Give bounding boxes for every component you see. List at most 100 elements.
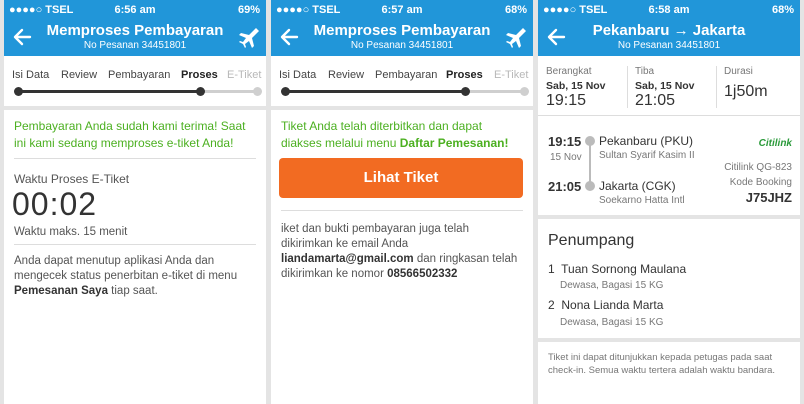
ticket-footnote: Tiket ini dapat ditunjukkan kepada petug… [548, 352, 776, 376]
origin-city: Pekanbaru [592, 22, 670, 39]
status-bar: ●●●●○ TSEL 6:56 am 69% [4, 0, 266, 20]
depart-time: 19:15 [546, 92, 587, 109]
step-dot-pending [520, 87, 529, 96]
divider [281, 210, 523, 211]
divider [14, 244, 256, 245]
divider [627, 66, 628, 108]
info-text: iket dan bukti pembayaran juga telah dik… [281, 222, 523, 282]
divider [14, 158, 256, 159]
phone-number: 08566502332 [387, 268, 458, 280]
page-title: Memproses Pembayaran [313, 22, 491, 39]
app-header: Memproses Pembayaran No Pesanan 34451801 [4, 20, 266, 56]
passenger-name: Nona Lianda Marta [561, 298, 664, 312]
info-text: Anda dapat menutup aplikasi Anda dan men… [14, 254, 254, 299]
duration-value: 1j50m [724, 83, 768, 100]
arrive-label: Tiba [635, 66, 655, 77]
itinerary-arr-time: 21:05 [548, 179, 582, 194]
list-item: 1 Tuan Sornong Maulana [548, 262, 686, 276]
flight-number: Citilink QG-823 [724, 162, 792, 173]
passengers-title: Penumpang [548, 232, 635, 249]
itinerary-dep-time: 19:15 [548, 134, 582, 149]
back-arrow-icon[interactable] [277, 24, 303, 50]
screen-processing: ●●●●○ TSEL 6:56 am 69% Memproses Pembaya… [4, 0, 266, 404]
depart-block: Berangkat Sab, 15 Nov 19:15 [546, 66, 606, 110]
step-e-tiket: E-Tiket [227, 69, 262, 81]
airline-logo: Citilink [758, 138, 792, 149]
menu-link-daftar-pemesanan: Daftar Pemesanan! [399, 136, 509, 150]
step-pembayaran: Pembayaran [108, 69, 171, 81]
divider [271, 106, 533, 110]
itinerary-dep-city: Pekanbaru (PKU) [599, 134, 694, 148]
info-text-a: iket dan bukti pembayaran juga telah dik… [281, 223, 469, 250]
duration-block: Durasi 1j50m [724, 66, 768, 110]
order-number: No Pesanan 34451801 [83, 40, 187, 51]
back-arrow-icon[interactable] [10, 24, 36, 50]
order-number: No Pesanan 34451801 [350, 40, 454, 51]
step-review: Review [61, 69, 98, 81]
airplane-icon [239, 28, 259, 48]
arrive-date: Sab, 15 Nov [635, 80, 695, 92]
divider [716, 66, 717, 108]
clock: 6:58 am [648, 4, 690, 16]
step-isi-data: Isi Data [12, 69, 50, 81]
passenger-number: 2 [548, 298, 555, 312]
flight-summary: Berangkat Sab, 15 Nov 19:15 Tiba Sab, 15… [538, 58, 800, 116]
step-isi-data: Isi Data [279, 69, 317, 81]
timer-note: Waktu maks. 15 menit [14, 226, 128, 238]
progress-steps: Isi Data Review Pembayaran Proses E-Tike… [4, 56, 266, 106]
itinerary-arr-city: Jakarta (CGK) [599, 179, 676, 193]
clock: 6:57 am [381, 4, 423, 16]
itinerary-dep-date: 15 Nov [550, 152, 582, 163]
passenger-number: 1 [548, 262, 555, 276]
progress-line-remaining [465, 90, 523, 93]
depart-date: Sab, 15 Nov [546, 80, 606, 92]
page-title: Memproses Pembayaran [46, 22, 224, 39]
itinerary-dep-airport: Sultan Syarif Kasim II [599, 150, 695, 161]
step-dot [281, 87, 290, 96]
step-pembayaran: Pembayaran [375, 69, 438, 81]
battery-label: 68% [771, 4, 794, 16]
step-review: Review [328, 69, 365, 81]
progress-steps: Isi Data Review Pembayaran Proses E-Tike… [271, 56, 533, 106]
screen-ticket-issued: ●●●●○ TSEL 6:57 am 68% Memproses Pembaya… [271, 0, 533, 404]
menu-link-pemesanan-saya: Pemesanan Saya [14, 285, 108, 297]
airplane-icon[interactable] [503, 26, 527, 50]
info-text-b: tiap saat. [107, 285, 158, 297]
destination-city: Jakarta [692, 22, 746, 39]
route-dot-destination [585, 181, 595, 191]
app-header: Memproses Pembayaran No Pesanan 34451801 [271, 20, 533, 56]
passenger-name: Tuan Sornong Maulana [561, 262, 687, 276]
booking-code-label: Kode Booking [729, 177, 792, 188]
depart-label: Berangkat [546, 66, 592, 77]
view-ticket-button[interactable]: Lihat Tiket [279, 158, 523, 198]
passenger-detail: Dewasa, Bagasi 15 KG [560, 280, 664, 291]
screen-e-ticket: ●●●●○ TSEL 6:58 am 68% Pekanbaru → Jakar… [538, 0, 800, 404]
route-line [589, 141, 591, 185]
booking-code: J75JHZ [745, 190, 792, 205]
success-message: Tiket Anda telah diterbitkan dan dapat d… [281, 118, 525, 152]
progress-line-remaining [200, 90, 256, 93]
progress-line [18, 90, 200, 93]
app-header: Pekanbaru → Jakarta No Pesanan 34451801 [538, 20, 800, 56]
status-bar: ●●●●○ TSEL 6:58 am 68% [538, 0, 800, 20]
clock: 6:56 am [114, 4, 156, 16]
divider [538, 215, 800, 219]
status-bar: ●●●●○ TSEL 6:57 am 68% [271, 0, 533, 20]
route-arrow-icon: → [673, 22, 689, 39]
progress-line [285, 90, 465, 93]
step-dot-current [196, 87, 205, 96]
duration-label: Durasi [724, 66, 753, 77]
success-message: Pembayaran Anda sudah kami terima! Saat … [14, 119, 246, 150]
itinerary-arr-airport: Soekarno Hatta Intl [599, 195, 685, 206]
divider [538, 338, 800, 342]
battery-label: 68% [504, 4, 527, 16]
step-dot [14, 87, 23, 96]
step-proses: Proses [181, 69, 218, 81]
step-e-tiket: E-Tiket [494, 69, 529, 81]
arrive-time: 21:05 [635, 92, 676, 109]
passenger-detail: Dewasa, Bagasi 15 KG [560, 317, 664, 328]
divider [4, 106, 266, 110]
back-arrow-icon[interactable] [544, 24, 570, 50]
arrive-block: Tiba Sab, 15 Nov 21:05 [635, 66, 695, 110]
step-proses: Proses [446, 69, 483, 81]
